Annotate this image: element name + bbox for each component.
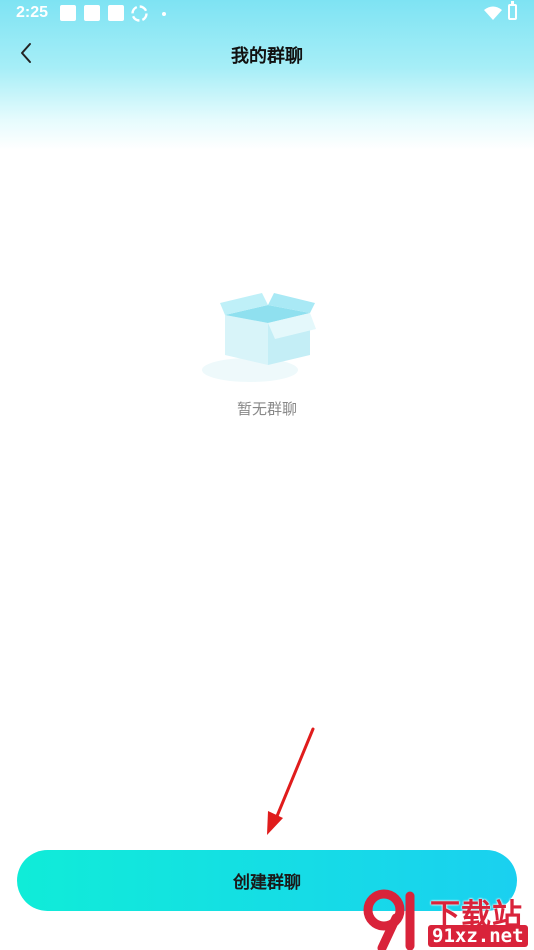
empty-box-icon bbox=[202, 293, 316, 382]
notification-icon bbox=[84, 5, 100, 21]
notification-icon bbox=[60, 5, 76, 21]
page-title: 我的群聊 bbox=[231, 46, 303, 67]
watermark-logo-icon bbox=[363, 889, 415, 950]
watermark: 下载站 91xz.net bbox=[362, 888, 534, 950]
nav-bar: 我的群聊 bbox=[0, 28, 534, 78]
watermark-domain: 91xz.net bbox=[428, 925, 528, 947]
more-notifications-dot bbox=[162, 12, 166, 16]
wifi-icon bbox=[484, 6, 502, 20]
annotation-arrow bbox=[267, 727, 315, 835]
create-group-label: 创建群聊 bbox=[233, 873, 301, 893]
status-time: 2:25 bbox=[16, 4, 49, 21]
sync-icon bbox=[131, 5, 148, 22]
status-bar: 2:25 bbox=[0, 0, 534, 28]
notification-icon bbox=[108, 5, 124, 21]
battery-icon bbox=[508, 1, 517, 20]
empty-state-text: 暂无群聊 bbox=[236, 400, 297, 418]
